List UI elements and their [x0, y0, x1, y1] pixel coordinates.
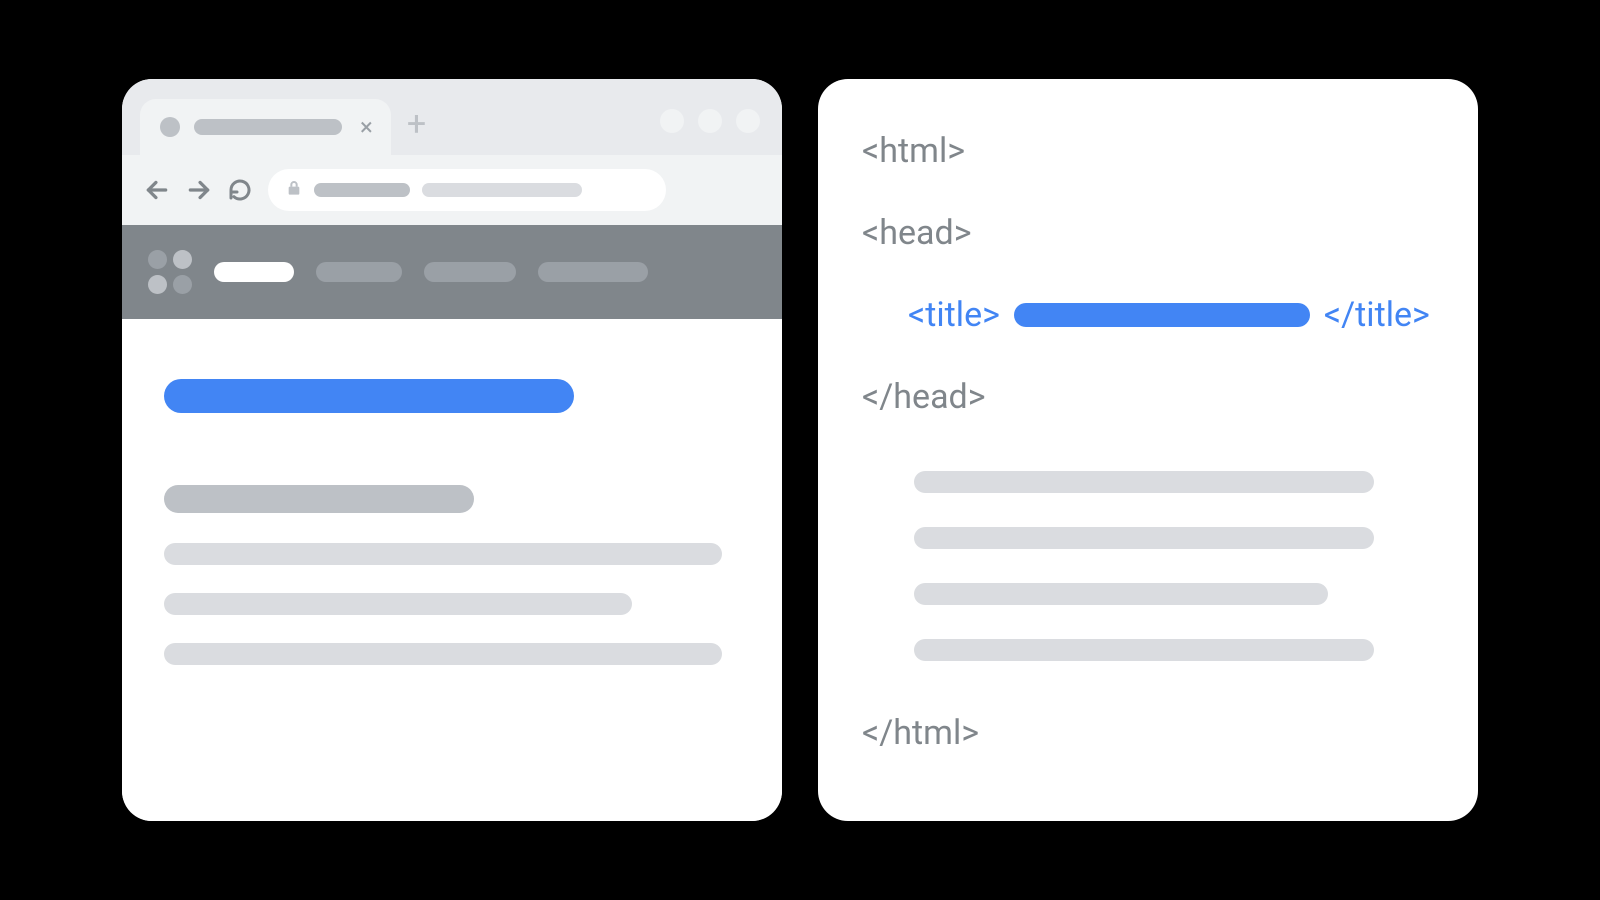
code-tag-head-close: </head> [862, 377, 1430, 417]
url-path-placeholder [422, 183, 582, 197]
reload-icon[interactable] [228, 178, 252, 202]
nav-item[interactable] [538, 262, 648, 282]
code-tag-title-close: </title> [1324, 298, 1430, 332]
code-tag-head-open: <head> [862, 213, 1430, 253]
code-tag-title-open: <title> [908, 298, 1000, 332]
browser-window: × + [122, 79, 782, 821]
site-logo-icon[interactable] [148, 250, 192, 294]
browser-toolbar [122, 155, 782, 225]
code-tag-html-close: </html> [862, 713, 1430, 753]
code-line-placeholder [914, 527, 1374, 549]
window-controls [660, 109, 760, 133]
code-line-placeholder [914, 583, 1328, 605]
url-domain-placeholder [314, 183, 410, 197]
code-body-placeholder-group [862, 471, 1430, 661]
window-control-dot[interactable] [698, 109, 722, 133]
browser-tab[interactable]: × [140, 99, 391, 155]
body-line-placeholder [164, 593, 632, 615]
code-title-line: <title> </title> [862, 295, 1430, 335]
lock-icon [286, 179, 302, 201]
site-nav-bar [122, 225, 782, 319]
title-content-placeholder [1014, 303, 1310, 327]
tab-title-placeholder [194, 119, 342, 135]
page-content [122, 319, 782, 821]
page-subheading-placeholder [164, 485, 474, 513]
code-line-placeholder [914, 639, 1374, 661]
address-bar[interactable] [268, 169, 666, 211]
tab-strip: × + [122, 79, 782, 155]
code-line-placeholder [914, 471, 1374, 493]
favicon-icon [160, 117, 180, 137]
nav-item[interactable] [316, 262, 402, 282]
close-icon[interactable]: × [360, 115, 373, 139]
code-tag-html-open: <html> [862, 131, 1430, 171]
body-line-placeholder [164, 543, 722, 565]
forward-icon[interactable] [186, 177, 212, 203]
body-line-placeholder [164, 643, 722, 665]
new-tab-icon[interactable]: + [407, 107, 426, 141]
html-code-panel: <html> <head> <title> </title> </head> <… [818, 79, 1478, 821]
back-icon[interactable] [144, 177, 170, 203]
nav-item-active[interactable] [214, 262, 294, 282]
page-title-placeholder [164, 379, 574, 413]
window-control-dot[interactable] [736, 109, 760, 133]
nav-item[interactable] [424, 262, 516, 282]
window-control-dot[interactable] [660, 109, 684, 133]
